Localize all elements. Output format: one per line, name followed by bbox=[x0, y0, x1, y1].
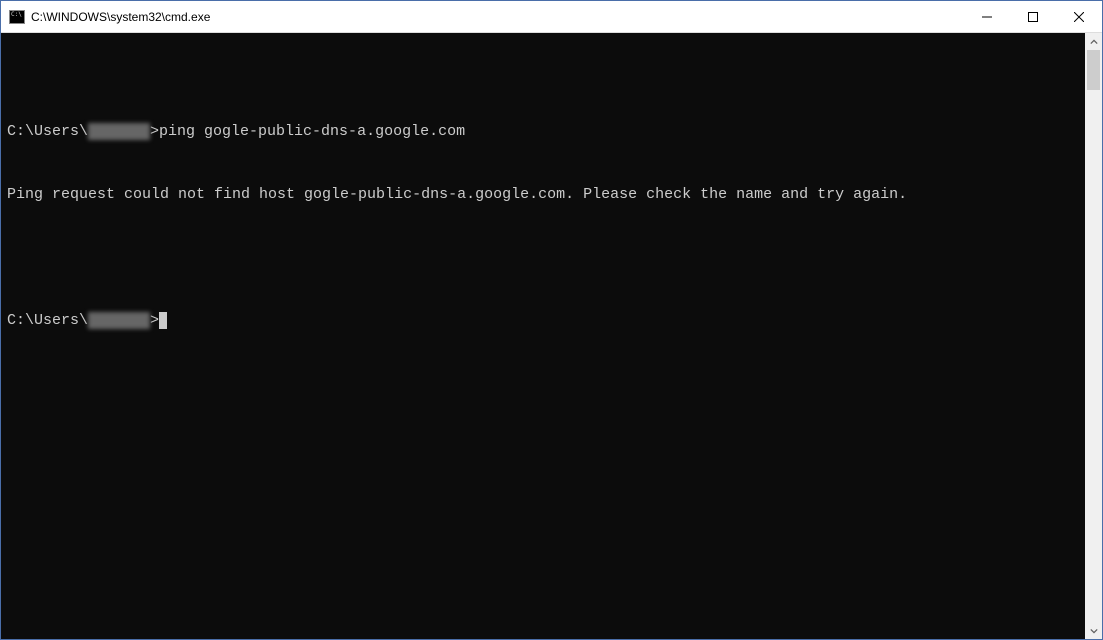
cmd-icon bbox=[9, 9, 25, 25]
window-controls bbox=[964, 1, 1102, 32]
scroll-down-button[interactable] bbox=[1085, 622, 1102, 639]
cmd-window: C:\WINDOWS\system32\cmd.exe C:\Users\███… bbox=[0, 0, 1103, 640]
scroll-thumb[interactable] bbox=[1087, 50, 1100, 90]
terminal-blank-line bbox=[7, 247, 1079, 268]
window-title: C:\WINDOWS\system32\cmd.exe bbox=[31, 10, 964, 24]
close-button[interactable] bbox=[1056, 1, 1102, 32]
content-area: C:\Users\██████>ping gogle-public-dns-a.… bbox=[1, 33, 1102, 639]
vertical-scrollbar[interactable] bbox=[1085, 33, 1102, 639]
maximize-button[interactable] bbox=[1010, 1, 1056, 32]
terminal-prompt-line: C:\Users\██████> bbox=[7, 310, 1079, 331]
terminal[interactable]: C:\Users\██████>ping gogle-public-dns-a.… bbox=[1, 33, 1085, 639]
scroll-up-button[interactable] bbox=[1085, 33, 1102, 50]
cursor bbox=[159, 312, 167, 329]
terminal-output-line: Ping request could not find host gogle-p… bbox=[7, 184, 1079, 205]
command-text: ping gogle-public-dns-a.google.com bbox=[159, 123, 465, 140]
redacted-username: ██████ bbox=[88, 123, 150, 140]
titlebar[interactable]: C:\WINDOWS\system32\cmd.exe bbox=[1, 1, 1102, 33]
prompt-suffix: > bbox=[150, 312, 159, 329]
prompt-suffix: > bbox=[150, 123, 159, 140]
scroll-track[interactable] bbox=[1085, 50, 1102, 622]
prompt-prefix: C:\Users\ bbox=[7, 123, 88, 140]
redacted-username: ██████ bbox=[88, 312, 150, 329]
terminal-line-command: C:\Users\██████>ping gogle-public-dns-a.… bbox=[7, 121, 1079, 142]
prompt-prefix: C:\Users\ bbox=[7, 312, 88, 329]
minimize-button[interactable] bbox=[964, 1, 1010, 32]
